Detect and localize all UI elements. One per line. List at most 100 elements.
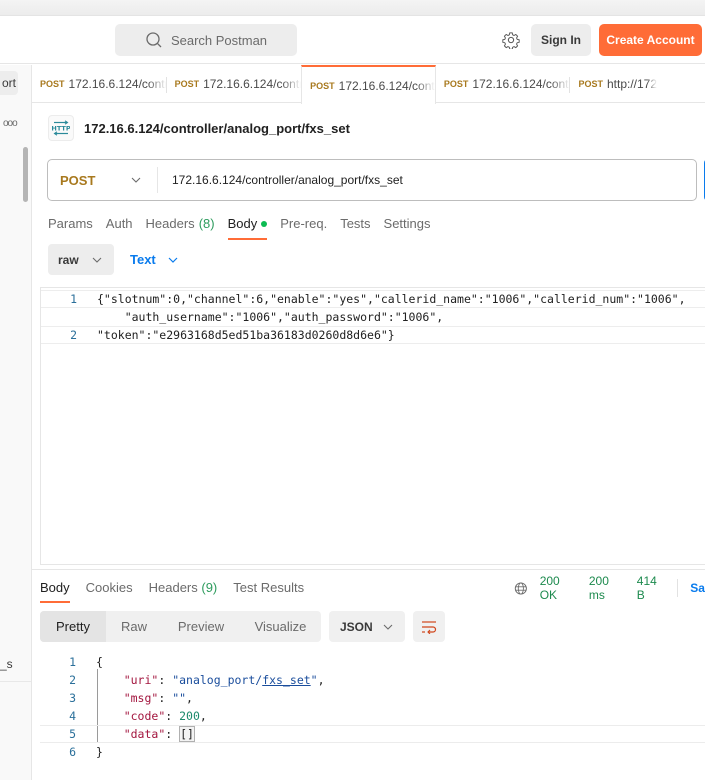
line-code: "msg": "",	[123, 691, 193, 705]
pane-divider[interactable]	[32, 569, 705, 570]
url-input[interactable]: 172.16.6.124/controller/analog_port/fxs_…	[158, 173, 403, 187]
line-code: }	[96, 745, 103, 759]
tab-settings[interactable]: Settings	[384, 213, 431, 240]
editor-line-wrapped: "auth_username":"1006","auth_password":"…	[41, 308, 705, 326]
wrap-lines-button[interactable]	[413, 611, 445, 642]
more-options-icon[interactable]: ooo	[3, 118, 18, 129]
request-tab[interactable]: POST 172.16.6.124/controll	[32, 65, 167, 103]
json-array: []	[179, 726, 195, 742]
line-number: 1	[70, 292, 77, 306]
line-number: 6	[69, 745, 76, 759]
tab-tests[interactable]: Tests	[340, 213, 370, 240]
search-bar[interactable]: Search Postman	[115, 24, 297, 56]
response-line: 4 "code": 200,	[40, 707, 705, 725]
tab-label: Body	[227, 216, 258, 231]
line-code: "code": 200,	[123, 709, 207, 723]
format-value: JSON	[340, 619, 373, 634]
line-code: {	[96, 655, 103, 669]
request-tab-active[interactable]: POST 172.16.6.124/controll	[301, 65, 436, 104]
json-string: "analog_port/	[172, 673, 263, 687]
tab-label: Tests	[340, 216, 371, 231]
response-line: 3 "msg": "",	[40, 689, 705, 707]
json-key: "code"	[123, 709, 166, 723]
app-header: Search Postman Sign In Create Account	[0, 16, 705, 64]
headers-count: (8)	[198, 216, 215, 231]
json-key: "uri"	[123, 673, 159, 687]
settings-button[interactable]	[500, 29, 522, 51]
json-string: "	[310, 673, 318, 687]
json-key: "msg"	[123, 691, 159, 705]
tab-label: Test Results	[233, 580, 305, 595]
json-comma: ,	[317, 673, 325, 687]
json-link[interactable]: fxs_set	[262, 673, 310, 687]
body-type-bar: raw Text	[48, 244, 178, 275]
line-code: "uri": "analog_port/fxs_set",	[123, 673, 325, 687]
request-tab[interactable]: POST 172.16.6.124/controll	[167, 65, 302, 103]
line-code: "token":"e2963168d5ed51ba36183d0260d8d6e…	[97, 328, 395, 342]
response-line: 1 {	[40, 653, 705, 671]
request-tab-bar: POST 172.16.6.124/controll POST 172.16.6…	[32, 65, 705, 104]
response-format-select[interactable]: JSON	[329, 611, 405, 642]
response-time[interactable]: 200 ms	[589, 574, 625, 602]
globe-icon[interactable]	[514, 581, 528, 596]
tab-response-body[interactable]: Body	[40, 576, 70, 603]
tab-response-headers[interactable]: Headers (9)	[149, 576, 218, 603]
sidebar-scrollbar[interactable]	[23, 147, 28, 202]
tab-label: Auth	[105, 216, 133, 231]
view-raw[interactable]: Raw	[106, 611, 162, 642]
request-tab[interactable]: POST 172.16.6.124/controll	[436, 65, 571, 103]
request-body-editor[interactable]: 1 {"slotnum":0,"channel":6,"enable":"yes…	[40, 287, 705, 565]
json-number: 200	[179, 709, 200, 723]
method-select[interactable]: POST	[48, 167, 158, 193]
request-title[interactable]: 172.16.6.124/controller/analog_port/fxs_…	[84, 121, 350, 136]
method-value: POST	[60, 172, 96, 188]
line-number: 1	[69, 655, 76, 669]
tab-method: POST	[310, 80, 335, 91]
line-code: "data": []	[123, 726, 195, 742]
chevron-down-icon	[92, 257, 102, 263]
tab-params[interactable]: Params	[48, 213, 93, 240]
tab-headers[interactable]: Headers (8)	[146, 213, 215, 240]
tab-pre-request[interactable]: Pre-req.	[280, 213, 327, 240]
sign-in-button[interactable]: Sign In	[531, 24, 591, 56]
body-mode-select[interactable]: raw	[48, 244, 114, 275]
view-visualize[interactable]: Visualize	[240, 611, 321, 642]
sidebar-item-truncated[interactable]: _s	[0, 657, 13, 671]
tab-label: Cookies	[85, 580, 133, 595]
create-account-button[interactable]: Create Account	[599, 24, 702, 56]
svg-text:HTTP: HTTP	[52, 125, 70, 133]
headers-count: (9)	[201, 580, 218, 595]
tab-label: Params	[48, 216, 93, 231]
line-code: {"slotnum":0,"channel":6,"enable":"yes",…	[97, 292, 686, 306]
request-title-bar: HTTP 172.16.6.124/controller/analog_port…	[48, 115, 350, 141]
tab-label: 172.16.6.124/controll	[68, 77, 167, 91]
json-string: ""	[172, 691, 187, 705]
tab-response-cookies[interactable]: Cookies	[86, 576, 133, 603]
window-top-strip	[0, 0, 705, 16]
save-response-button[interactable]: Sa	[690, 581, 705, 595]
view-preview[interactable]: Preview	[162, 611, 240, 642]
body-indicator-dot	[261, 221, 268, 227]
body-format-value: Text	[130, 252, 156, 267]
status-code[interactable]: 200 OK	[540, 574, 577, 602]
tab-body[interactable]: Body	[227, 213, 268, 240]
response-view-selector: Pretty Raw Preview Visualize	[40, 611, 321, 642]
line-number: 2	[69, 673, 76, 687]
chevron-down-icon	[168, 257, 178, 263]
json-comma: ,	[199, 709, 207, 723]
tab-auth[interactable]: Auth	[106, 213, 133, 240]
body-format-select[interactable]: Text	[124, 252, 178, 267]
url-bar: POST 172.16.6.124/controller/analog_port…	[47, 159, 697, 201]
view-pretty[interactable]: Pretty	[40, 611, 106, 642]
json-comma: ,	[186, 691, 193, 705]
tab-test-results[interactable]: Test Results	[233, 576, 304, 603]
tab-label: 172.16.6.124/controll	[338, 78, 435, 93]
import-button[interactable]: ort	[0, 71, 18, 95]
response-body-viewer[interactable]: 1 { 2 "uri": "analog_port/fxs_set", 3 "m…	[40, 653, 705, 763]
editor-line: 2 "token":"e2963168d5ed51ba36183d0260d8d…	[41, 326, 705, 344]
json-key: "data"	[123, 727, 166, 741]
request-tab[interactable]: POST http://172	[570, 65, 705, 103]
chevron-down-icon	[131, 177, 141, 183]
tab-label: 172.16.6.124/controll	[203, 77, 301, 91]
response-size[interactable]: 414 B	[637, 574, 666, 602]
